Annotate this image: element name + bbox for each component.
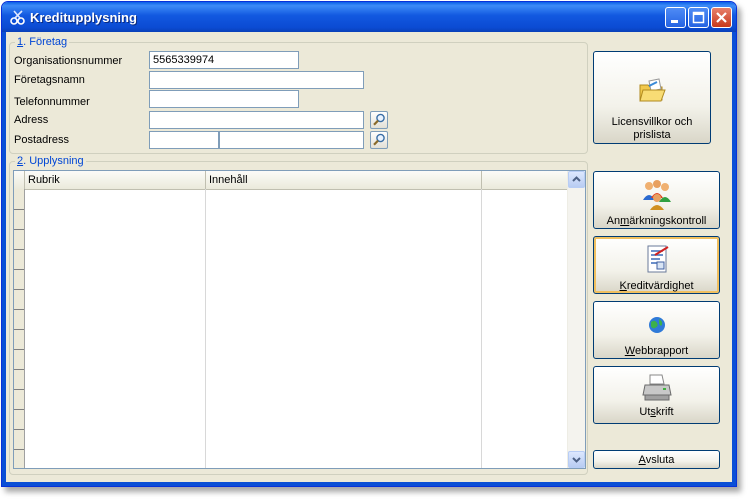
window-frame-bottom (2, 482, 736, 486)
magnifier-icon (373, 133, 385, 146)
postal-city-field[interactable] (219, 131, 364, 149)
window-frame-right (732, 32, 736, 486)
row-divider (14, 309, 24, 310)
column-header-rubrik[interactable]: Rubrik (25, 171, 206, 189)
window-title: Kreditupplysning (30, 10, 137, 25)
row-divider (14, 209, 24, 210)
row-divider (14, 389, 24, 390)
row-divider (14, 449, 24, 450)
row-divider (14, 329, 24, 330)
company-group-legend: 1. Företag (15, 36, 70, 48)
folder-open-icon (639, 78, 666, 102)
web-report-label: Webbrapport (624, 345, 689, 357)
column-divider (481, 189, 482, 468)
orgnr-field[interactable]: 5565339974 (149, 51, 299, 69)
column-header-innehall[interactable]: Innehåll (206, 171, 482, 189)
creditworthiness-button[interactable]: Kreditvärdighet (593, 236, 720, 294)
remark-check-label: Anmärkningskontroll (606, 215, 707, 227)
orgnr-label: Organisationsnummer (14, 55, 123, 67)
row-divider (14, 369, 24, 370)
table-scrollbar[interactable] (567, 171, 585, 468)
postal-lookup-button[interactable] (370, 131, 388, 149)
postal-code-field[interactable] (149, 131, 219, 149)
row-divider (14, 349, 24, 350)
license-pricing-button[interactable]: Licensvillkor och prislista (593, 51, 711, 144)
maximize-button[interactable] (688, 7, 709, 28)
print-button[interactable]: Utskrift (593, 366, 720, 424)
scroll-up-button[interactable] (568, 171, 585, 188)
table-header: Rubrik Innehåll (14, 171, 569, 190)
title-bar[interactable]: Kreditupplysning (2, 2, 736, 32)
address-lookup-button[interactable] (370, 111, 388, 129)
magnifier-icon (373, 113, 385, 126)
print-label: Utskrift (639, 406, 674, 418)
minimize-icon (671, 20, 678, 23)
info-group-legend: 2. Upplysning (15, 155, 86, 167)
column-divider (205, 189, 206, 468)
people-group-icon (642, 180, 671, 210)
close-icon (716, 12, 727, 23)
postal-label: Postadress (14, 134, 70, 146)
row-divider (14, 289, 24, 290)
printer-icon (641, 374, 672, 401)
document-check-icon (647, 245, 669, 273)
company-name-field[interactable] (149, 71, 364, 89)
info-table[interactable]: Rubrik Innehåll (13, 170, 586, 469)
row-divider (14, 269, 24, 270)
company-name-label: Företagsnamn (14, 74, 85, 86)
minimize-button[interactable] (665, 7, 686, 28)
close-button[interactable] (711, 7, 732, 28)
web-report-button[interactable]: Webbrapport (593, 301, 720, 359)
maximize-icon (692, 11, 705, 24)
phone-field[interactable] (149, 90, 299, 108)
window-frame-left (2, 32, 6, 486)
exit-button[interactable]: Avsluta (593, 450, 720, 469)
remark-check-button[interactable]: Anmärkningskontroll (593, 171, 720, 229)
row-divider (14, 249, 24, 250)
address-field[interactable] (149, 111, 364, 129)
exit-label: Avsluta (638, 454, 675, 466)
creditworthiness-label: Kreditvärdighet (619, 280, 694, 292)
phone-label: Telefonnummer (14, 96, 90, 108)
row-divider (14, 229, 24, 230)
column-header-extra[interactable] (482, 171, 569, 189)
address-label: Adress (14, 114, 49, 126)
row-header-corner (14, 171, 25, 189)
globe-icon (648, 317, 665, 333)
chevron-up-icon (572, 176, 581, 182)
chevron-down-icon (572, 457, 581, 463)
scroll-down-button[interactable] (568, 451, 585, 468)
row-divider (14, 429, 24, 430)
row-divider (14, 409, 24, 410)
license-pricing-label: Licensvillkor och prislista (611, 116, 693, 141)
scissors-icon (10, 10, 25, 25)
